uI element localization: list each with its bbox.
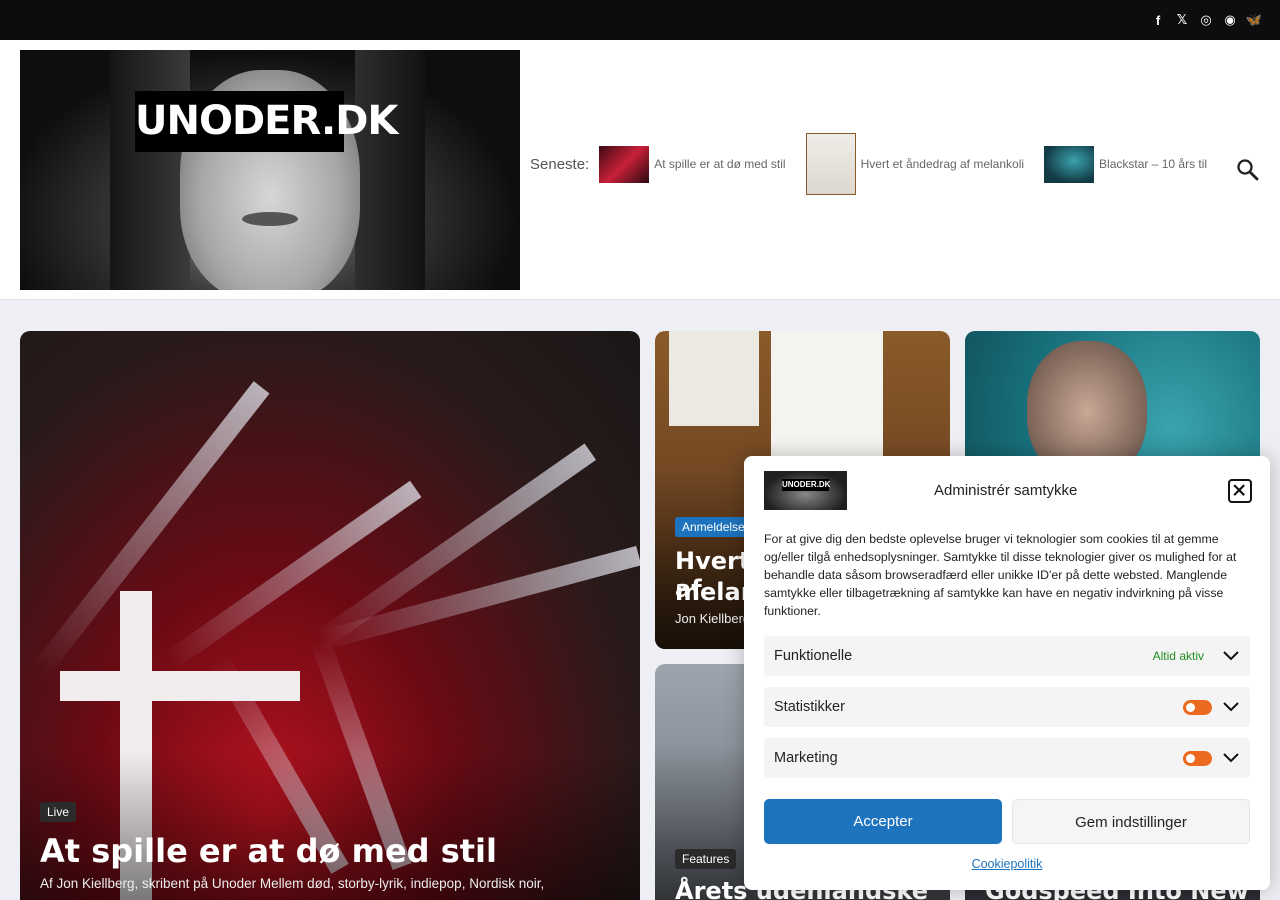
consent-description: For at give dig den bedste oplevelse bru…	[764, 532, 1237, 618]
instagram-icon[interactable]: ◎	[1198, 11, 1214, 29]
logo-photo-hair-left	[110, 50, 190, 290]
latest-thumbnail[interactable]	[599, 145, 650, 183]
logo-photo-lips	[242, 212, 298, 226]
logo-photo-hair-right	[355, 50, 425, 290]
latest-item[interactable]: At spille er at dø med stil	[599, 145, 786, 183]
consent-category-functional[interactable]: Funktionelle Altid aktiv	[764, 636, 1250, 676]
light-beam	[164, 480, 422, 670]
x-icon[interactable]: 𝕏	[1174, 11, 1190, 29]
post-author: Jon Kiellberg	[675, 611, 751, 626]
logo-text: UNODER.DK	[135, 91, 398, 152]
latest-item-title[interactable]: Hvert et åndedrag af melankoli	[861, 157, 1024, 171]
bluesky-icon[interactable]: 🦋	[1246, 11, 1262, 29]
consent-category-label: Marketing	[774, 750, 838, 766]
consent-title: Administrér samtykke	[934, 482, 1078, 499]
marketing-toggle[interactable]	[1183, 751, 1212, 766]
latest-thumbnail[interactable]	[1044, 145, 1095, 183]
latest-item-title[interactable]: Blackstar – 10 års til	[1099, 157, 1207, 171]
latest-thumbnail[interactable]	[805, 133, 856, 195]
category-tag[interactable]: Anmeldelse	[675, 517, 752, 537]
chevron-down-icon[interactable]	[1222, 699, 1240, 713]
podcast-icon[interactable]: ◉	[1222, 11, 1238, 29]
cookie-policy-link[interactable]: Cookiepolitik	[744, 857, 1270, 871]
category-tag[interactable]: Live	[40, 802, 77, 822]
featured-post-card[interactable]: Live At spille er at dø med stil Af Jon …	[20, 331, 640, 900]
chevron-down-icon[interactable]	[1222, 750, 1240, 764]
consent-category-label: Statistikker	[774, 699, 845, 715]
facebook-icon[interactable]: f	[1150, 11, 1166, 29]
consent-category-marketing[interactable]: Marketing	[764, 738, 1250, 778]
social-links: f 𝕏 ◎ ◉ 🦋	[1150, 11, 1262, 29]
accept-button[interactable]: Accepter	[764, 799, 1002, 844]
card-image-paper	[669, 331, 759, 426]
post-title[interactable]: At spille er at dø med stil	[40, 832, 497, 870]
flag-stripe-horizontal	[60, 671, 300, 701]
latest-item-title[interactable]: At spille er at dø med stil	[654, 157, 785, 171]
latest-label: Seneste:	[530, 155, 590, 173]
latest-item[interactable]: Blackstar – 10 års til	[1044, 145, 1207, 183]
top-bar: f 𝕏 ◎ ◉ 🦋	[0, 0, 1280, 40]
consent-category-label: Funktionelle	[774, 648, 853, 664]
light-beam	[314, 443, 597, 650]
latest-item[interactable]: Hvert et åndedrag af melankoli	[805, 133, 1024, 195]
site-header: UNODER.DK Seneste: At spille er at dø me…	[0, 40, 1280, 300]
search-icon[interactable]	[1236, 158, 1260, 182]
category-tag[interactable]: Features	[675, 849, 737, 869]
cookie-consent-dialog: UNODER.DK Administrér samtykke For at gi…	[744, 456, 1270, 890]
post-excerpt: Af Jon Kiellberg, skribent på Unoder Mel…	[40, 876, 545, 891]
always-active-status: Altid aktiv	[1152, 649, 1204, 663]
close-icon[interactable]	[1228, 479, 1252, 503]
site-logo[interactable]: UNODER.DK	[20, 50, 520, 290]
save-preferences-button[interactable]: Gem indstillinger	[1012, 799, 1250, 844]
latest-posts-ticker: Seneste: At spille er at dø med stil Hve…	[530, 133, 1227, 195]
chevron-down-icon[interactable]	[1222, 648, 1240, 662]
consent-logo-text: UNODER.DK	[782, 479, 831, 491]
consent-category-statistics[interactable]: Statistikker	[764, 687, 1250, 727]
statistics-toggle[interactable]	[1183, 700, 1212, 715]
consent-logo: UNODER.DK	[764, 471, 847, 510]
